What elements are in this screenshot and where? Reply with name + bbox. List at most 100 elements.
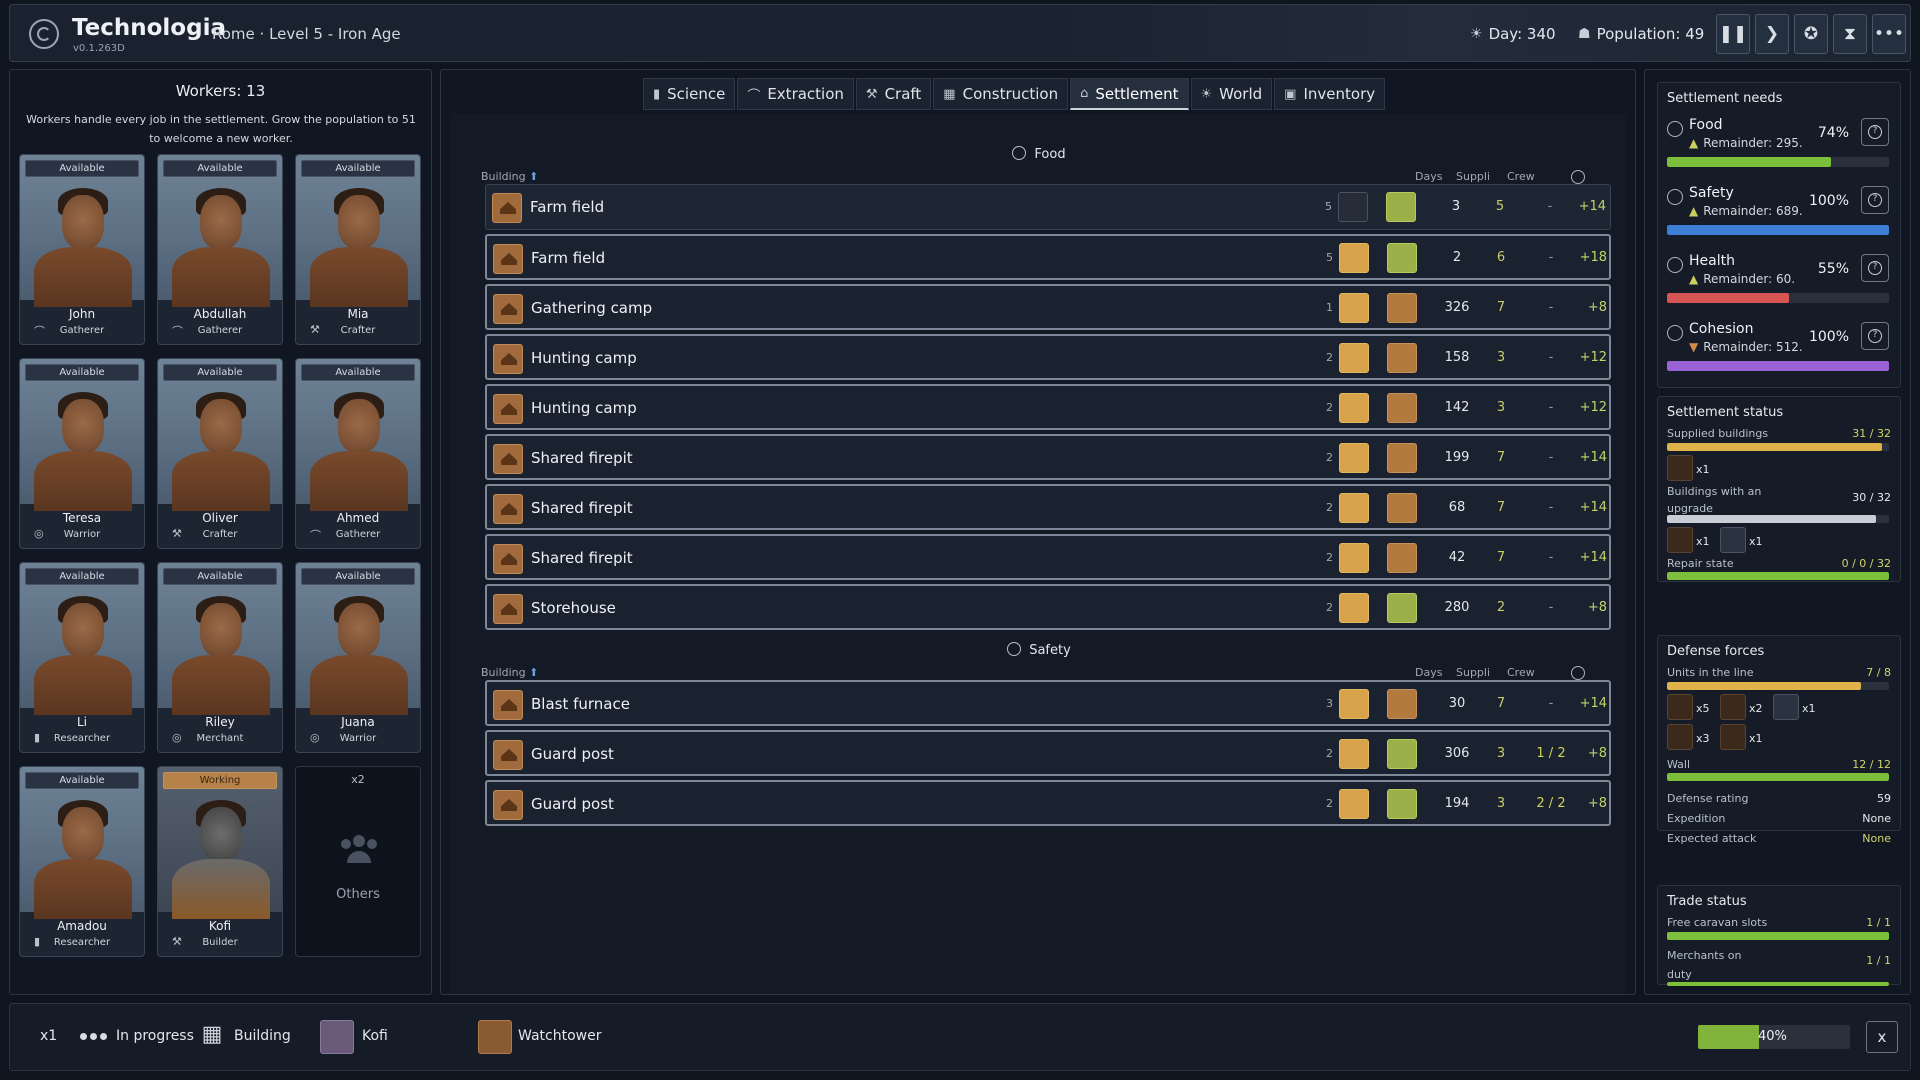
building-output: +14 (1579, 550, 1607, 565)
merchants-label: Merchants on duty (1667, 949, 1742, 981)
worker-card[interactable]: Available Riley ◎ Merchant (157, 562, 283, 753)
hourglass-button[interactable]: ⧗ (1833, 14, 1867, 54)
worker-tool-slot[interactable] (1339, 443, 1369, 473)
building-row[interactable]: Guard post 2 194 3 2 / 2 +8 (485, 780, 1611, 826)
worker-tool-slot[interactable] (1339, 243, 1369, 273)
tool-resource-icon[interactable] (1667, 527, 1693, 553)
tab-world[interactable]: ☀ World (1190, 78, 1273, 110)
worker-tool-slot[interactable] (1339, 343, 1369, 373)
tab-extraction[interactable]: ⌒ Extraction (737, 78, 854, 110)
worker-card[interactable]: Available Oliver ⚒ Crafter (157, 358, 283, 549)
worker-tool-slot[interactable] (1339, 493, 1369, 523)
close-task-button[interactable]: x (1866, 1021, 1898, 1053)
resource-slot[interactable] (1387, 243, 1417, 273)
tab-craft[interactable]: ⚒ Craft (855, 78, 932, 110)
need-help-button[interactable]: ? (1861, 322, 1889, 350)
resource-slot[interactable] (1387, 493, 1417, 523)
need-help-button[interactable]: ? (1861, 254, 1889, 282)
resource-slot[interactable] (1387, 543, 1417, 573)
resource-slot[interactable] (1387, 443, 1417, 473)
food-icon (1012, 146, 1027, 160)
resource-slot[interactable] (1387, 689, 1417, 719)
worker-card[interactable]: Available Amadou ▮ Researcher (19, 766, 145, 957)
worker-card[interactable]: Available John ⌒ Gatherer (19, 154, 145, 345)
building-row[interactable]: Guard post 2 306 3 1 / 2 +8 (485, 730, 1611, 776)
column-days[interactable]: Days (1415, 170, 1442, 183)
worker-role: Researcher (53, 937, 111, 948)
worker-role: Merchant (196, 733, 244, 744)
more-menu-button[interactable]: ••• (1872, 14, 1906, 54)
building-output: +8 (1587, 796, 1607, 811)
speed-button[interactable]: ✪ (1794, 14, 1828, 54)
worker-tool-slot[interactable] (1339, 789, 1369, 819)
worker-tool-slot[interactable] (1339, 543, 1369, 573)
column-supplies[interactable]: Suppli (1456, 170, 1490, 183)
app-title: Technologia (72, 15, 226, 41)
palisade-unit-icon[interactable] (1720, 724, 1746, 750)
worker-role: Warrior (63, 529, 101, 540)
building-row[interactable]: Farm field 5 3 5- +14 (485, 184, 1611, 230)
tab-science[interactable]: ▮ Science (643, 78, 736, 110)
worker-avatar[interactable] (320, 1020, 354, 1054)
worker-card[interactable]: Available Juana ◎ Warrior (295, 562, 421, 753)
building-name: Hunting camp (531, 399, 637, 417)
tab-settlement[interactable]: ⌂ Settlement (1070, 78, 1189, 110)
pause-button[interactable]: ❚❚ (1716, 14, 1750, 54)
worker-tool-slot[interactable] (1339, 593, 1369, 623)
resource-slot[interactable] (1387, 789, 1417, 819)
archer-unit-icon[interactable] (1773, 694, 1799, 720)
column-days[interactable]: Days (1415, 666, 1442, 679)
worker-role: Warrior (339, 733, 377, 744)
worker-tool-slot[interactable] (1339, 293, 1369, 323)
worker-tool-slot[interactable] (1338, 192, 1368, 222)
building-row[interactable]: Shared firepit 2 42 7- +14 (485, 534, 1611, 580)
building-row[interactable]: Storehouse 2 280 2- +8 (485, 584, 1611, 630)
column-crew[interactable]: Crew (1507, 666, 1535, 679)
need-help-button[interactable]: ? (1861, 186, 1889, 214)
warrior-unit-icon[interactable] (1720, 694, 1746, 720)
worker-card[interactable]: Available Mia ⚒ Crafter (295, 154, 421, 345)
watchtower-icon[interactable] (478, 1020, 512, 1054)
worker-card[interactable]: Available Li ▮ Researcher (19, 562, 145, 753)
building-row[interactable]: Farm field 5 2 6- +18 (485, 234, 1611, 280)
building-row[interactable]: Gathering camp 1 326 7- +8 (485, 284, 1611, 330)
tab-inventory[interactable]: ▣ Inventory (1274, 78, 1386, 110)
worker-name: Kofi (208, 919, 232, 933)
column-building[interactable]: Building ⬆ (481, 170, 538, 183)
building-row[interactable]: Shared firepit 2 68 7- +14 (485, 484, 1611, 530)
play-button[interactable]: ❯ (1755, 14, 1789, 54)
wheat-resource-icon[interactable] (1667, 455, 1693, 481)
need-name: Food (1689, 117, 1723, 133)
building-supplies: 3 (1496, 796, 1506, 811)
resource-slot[interactable] (1387, 593, 1417, 623)
construction-tab-icon: ▦ (943, 86, 956, 102)
need-cohesion: Cohesion ▼ Remainder: 512. 100%? (1667, 319, 1893, 379)
column-crew[interactable]: Crew (1507, 170, 1535, 183)
worker-card[interactable]: Available Ahmed ⌒ Gatherer (295, 358, 421, 549)
worker-tool-slot[interactable] (1339, 393, 1369, 423)
tab-construction[interactable]: ▦ Construction (933, 78, 1069, 110)
spearman-unit-icon[interactable] (1667, 694, 1693, 720)
worker-tool-slot[interactable] (1339, 689, 1369, 719)
resource-slot[interactable] (1387, 739, 1417, 769)
guard-unit-icon[interactable] (1667, 724, 1693, 750)
others-card[interactable]: x2 Others (295, 766, 421, 957)
worker-card[interactable]: Working Kofi ⚒ Builder (157, 766, 283, 957)
resource-slot[interactable] (1387, 293, 1417, 323)
need-help-button[interactable]: ? (1861, 118, 1889, 146)
worker-tool-slot[interactable] (1339, 739, 1369, 769)
building-row[interactable]: Hunting camp 2 158 3- +12 (485, 334, 1611, 380)
column-building[interactable]: Building ⬆ (481, 666, 538, 679)
portrait-body (34, 451, 132, 511)
resource-slot[interactable] (1386, 192, 1416, 222)
worker-card[interactable]: Available Teresa ◎ Warrior (19, 358, 145, 549)
resource-slot[interactable] (1387, 343, 1417, 373)
column-supplies[interactable]: Suppli (1456, 666, 1490, 679)
resource-slot[interactable] (1387, 393, 1417, 423)
tab-bar: ▮ Science ⌒ Extraction ⚒ Craft ▦ Construction ⌂ S… (643, 78, 1386, 110)
building-row[interactable]: Shared firepit 2 199 7- +14 (485, 434, 1611, 480)
building-row[interactable]: Hunting camp 2 142 3- +12 (485, 384, 1611, 430)
stone-resource-icon[interactable] (1720, 527, 1746, 553)
worker-card[interactable]: Available Abdullah ⌒ Gatherer (157, 154, 283, 345)
building-row[interactable]: Blast furnace 3 30 7- +14 (485, 680, 1611, 726)
